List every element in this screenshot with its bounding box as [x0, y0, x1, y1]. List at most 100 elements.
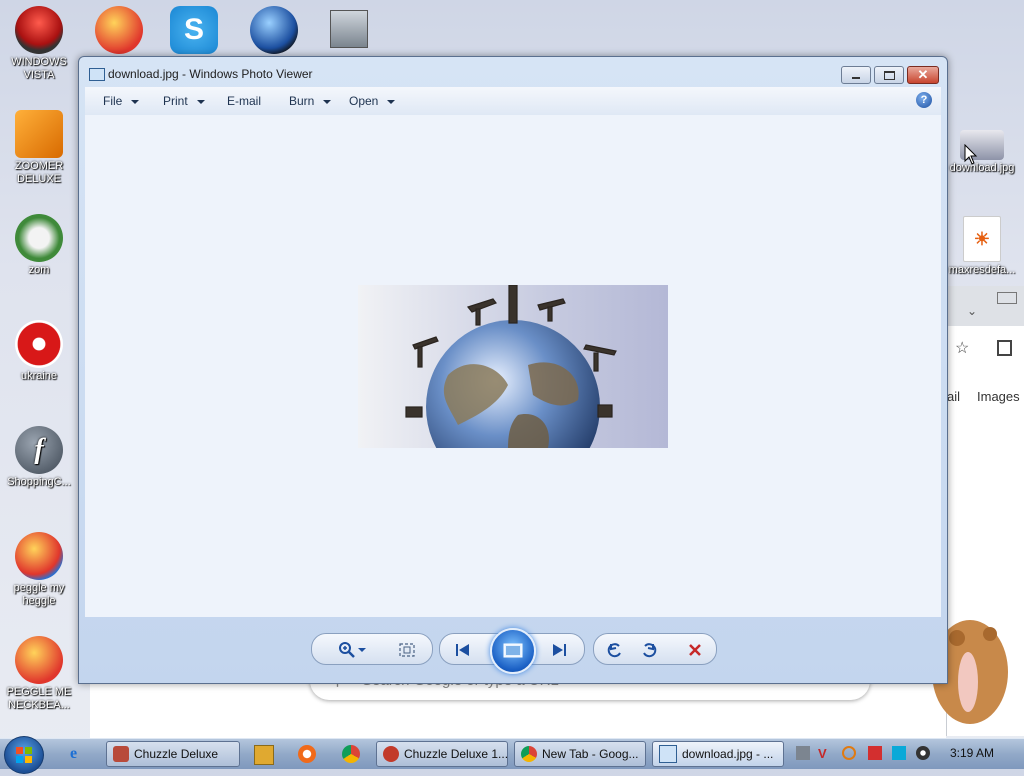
flower-plant-icon	[15, 214, 63, 262]
menu-bar: File Print E-mail Burn Open ?	[85, 87, 941, 116]
menu-burn-label: Burn	[289, 94, 315, 108]
previous-icon	[456, 644, 469, 656]
desktop-icon-maxresdefault[interactable]: ☀ maxresdefa...	[940, 216, 1024, 277]
chrome-icon[interactable]	[342, 745, 360, 763]
next-button[interactable]	[550, 641, 568, 659]
desktop-icon-peggle-heggle[interactable]: peggle my heggle	[1, 532, 77, 608]
edit-controls-group	[593, 633, 717, 665]
menu-file-label: File	[103, 94, 123, 108]
bookmark-star-icon[interactable]: ☆	[955, 338, 969, 358]
desktop-icon-label: PEGGLE ME NECKBEA...	[6, 686, 72, 711]
desktop-icon-label: ShoppingC...	[7, 476, 71, 488]
peggle-icon	[15, 636, 63, 684]
menu-email-label: E-mail	[227, 94, 262, 108]
minimize-button[interactable]	[841, 66, 871, 84]
taskbar-button-new-tab[interactable]: New Tab - Goog...	[514, 741, 646, 767]
desktop-icon-shopping[interactable]: f ShoppingC...	[1, 426, 77, 489]
skype-icon[interactable]: S	[170, 6, 218, 54]
system-tray: V 3:19 AM	[788, 743, 1024, 765]
globe-browser-icon[interactable]	[250, 6, 298, 54]
internet-explorer-icon[interactable]: e	[70, 745, 88, 763]
photo-viewer-app-icon	[659, 745, 677, 763]
taskbar-button-label: New Tab - Goog...	[542, 747, 639, 761]
playback-control-bar	[311, 628, 717, 674]
restore-icon[interactable]	[997, 292, 1017, 304]
taskbar-button-download-jpg[interactable]: download.jpg - ...	[652, 741, 784, 767]
volume-icon[interactable]	[916, 746, 930, 760]
vista-cauldron-icon	[15, 6, 63, 54]
chevron-down-icon[interactable]: ⌄	[967, 304, 977, 318]
desktop-icon-label: zom	[28, 264, 50, 276]
delete-x-icon	[689, 644, 701, 656]
taskbar-button-chuzzle[interactable]: Chuzzle Deluxe	[106, 741, 240, 767]
title-bar[interactable]: download.jpg - Windows Photo Viewer ✕	[79, 57, 947, 87]
menu-open-label: Open	[349, 94, 379, 108]
help-button[interactable]: ?	[916, 92, 932, 108]
desktop-icon-ukraine[interactable]: ukraine	[1, 320, 77, 383]
peggle-icon[interactable]	[95, 6, 143, 54]
desktop-icon-zoomer-deluxe[interactable]: ZOOMER DELUXE	[1, 110, 77, 186]
maximize-icon	[883, 70, 895, 80]
menu-open[interactable]: Open	[349, 94, 396, 108]
rotate-counterclockwise-button[interactable]	[606, 641, 624, 659]
close-button[interactable]: ✕	[907, 66, 939, 84]
zoom-button[interactable]	[338, 641, 356, 659]
desktop-icon-label: ZOOMER DELUXE	[14, 160, 64, 185]
webp-file-icon: ☀	[963, 216, 1001, 262]
displayed-photo	[358, 285, 668, 448]
side-panel-icon[interactable]	[997, 340, 1012, 356]
menu-file[interactable]: File	[103, 94, 140, 108]
desktop-icon-label: maxresdefa...	[948, 264, 1016, 276]
menu-print[interactable]: Print	[163, 94, 205, 108]
taskbar-button-label: download.jpg - ...	[682, 747, 774, 761]
menu-email[interactable]: E-mail	[227, 94, 261, 108]
delete-button[interactable]	[686, 641, 704, 659]
desktop-icon-label: ukraine	[20, 370, 58, 382]
peggle-icon	[15, 532, 63, 580]
navigation-controls-group	[439, 628, 585, 674]
zoom-dropdown-icon[interactable]	[358, 648, 366, 652]
desktop-icon-peggle-neckbeard[interactable]: PEGGLE ME NECKBEA...	[1, 636, 77, 712]
actual-size-icon	[399, 643, 415, 657]
zoom-magnifier-icon	[339, 642, 355, 658]
paint-app-icon[interactable]	[298, 745, 316, 763]
chevron-down-icon	[323, 99, 332, 104]
network-computer-icon[interactable]	[330, 10, 368, 48]
antivirus-v-icon[interactable]: V	[818, 746, 832, 761]
gmail-link[interactable]: ail	[947, 389, 960, 404]
chevron-down-icon	[387, 99, 396, 104]
display-icon[interactable]	[892, 746, 906, 760]
start-button[interactable]	[4, 736, 44, 774]
desktop-icon-label: peggle my heggle	[13, 582, 65, 607]
chuzzle-app-icon	[113, 746, 129, 762]
maximize-button[interactable]	[874, 66, 904, 84]
view-controls-group	[311, 633, 433, 665]
flag-icon[interactable]	[868, 746, 882, 760]
taskbar-button-chuzzle-2[interactable]: Chuzzle Deluxe 1...	[376, 741, 508, 767]
media-player-icon[interactable]	[254, 745, 274, 765]
rotate-right-icon	[643, 643, 657, 658]
taskbar-button-label: Chuzzle Deluxe 1...	[404, 747, 508, 761]
images-link[interactable]: Images	[977, 389, 1020, 404]
tray-app-icon[interactable]	[796, 746, 810, 760]
photo-viewer-app-icon	[89, 68, 105, 81]
rotate-left-icon	[607, 643, 621, 658]
desktop-icon-zom[interactable]: zom	[1, 214, 77, 277]
desktop-icon-windows-vista[interactable]: WINDOWS VISTA	[1, 6, 77, 82]
search-tray-icon[interactable]	[842, 746, 856, 760]
chrome-icon	[521, 746, 537, 762]
menu-burn[interactable]: Burn	[289, 94, 332, 108]
close-icon: ✕	[917, 67, 929, 82]
previous-button[interactable]	[454, 641, 472, 659]
clock[interactable]: 3:19 AM	[950, 746, 994, 760]
slideshow-button[interactable]	[490, 628, 536, 674]
chuzzle-app-icon	[383, 746, 399, 762]
actual-size-button[interactable]	[398, 641, 416, 659]
flash-icon: f	[15, 426, 63, 474]
rotate-clockwise-button[interactable]	[640, 641, 658, 659]
desktop-icon-download-jpg[interactable]: download.jpg	[940, 112, 1024, 175]
globe-oil-derricks-image	[405, 285, 617, 448]
photo-viewer-window: download.jpg - Windows Photo Viewer ✕ Fi…	[78, 56, 948, 684]
next-icon	[553, 644, 566, 656]
chevron-down-icon	[131, 99, 140, 104]
